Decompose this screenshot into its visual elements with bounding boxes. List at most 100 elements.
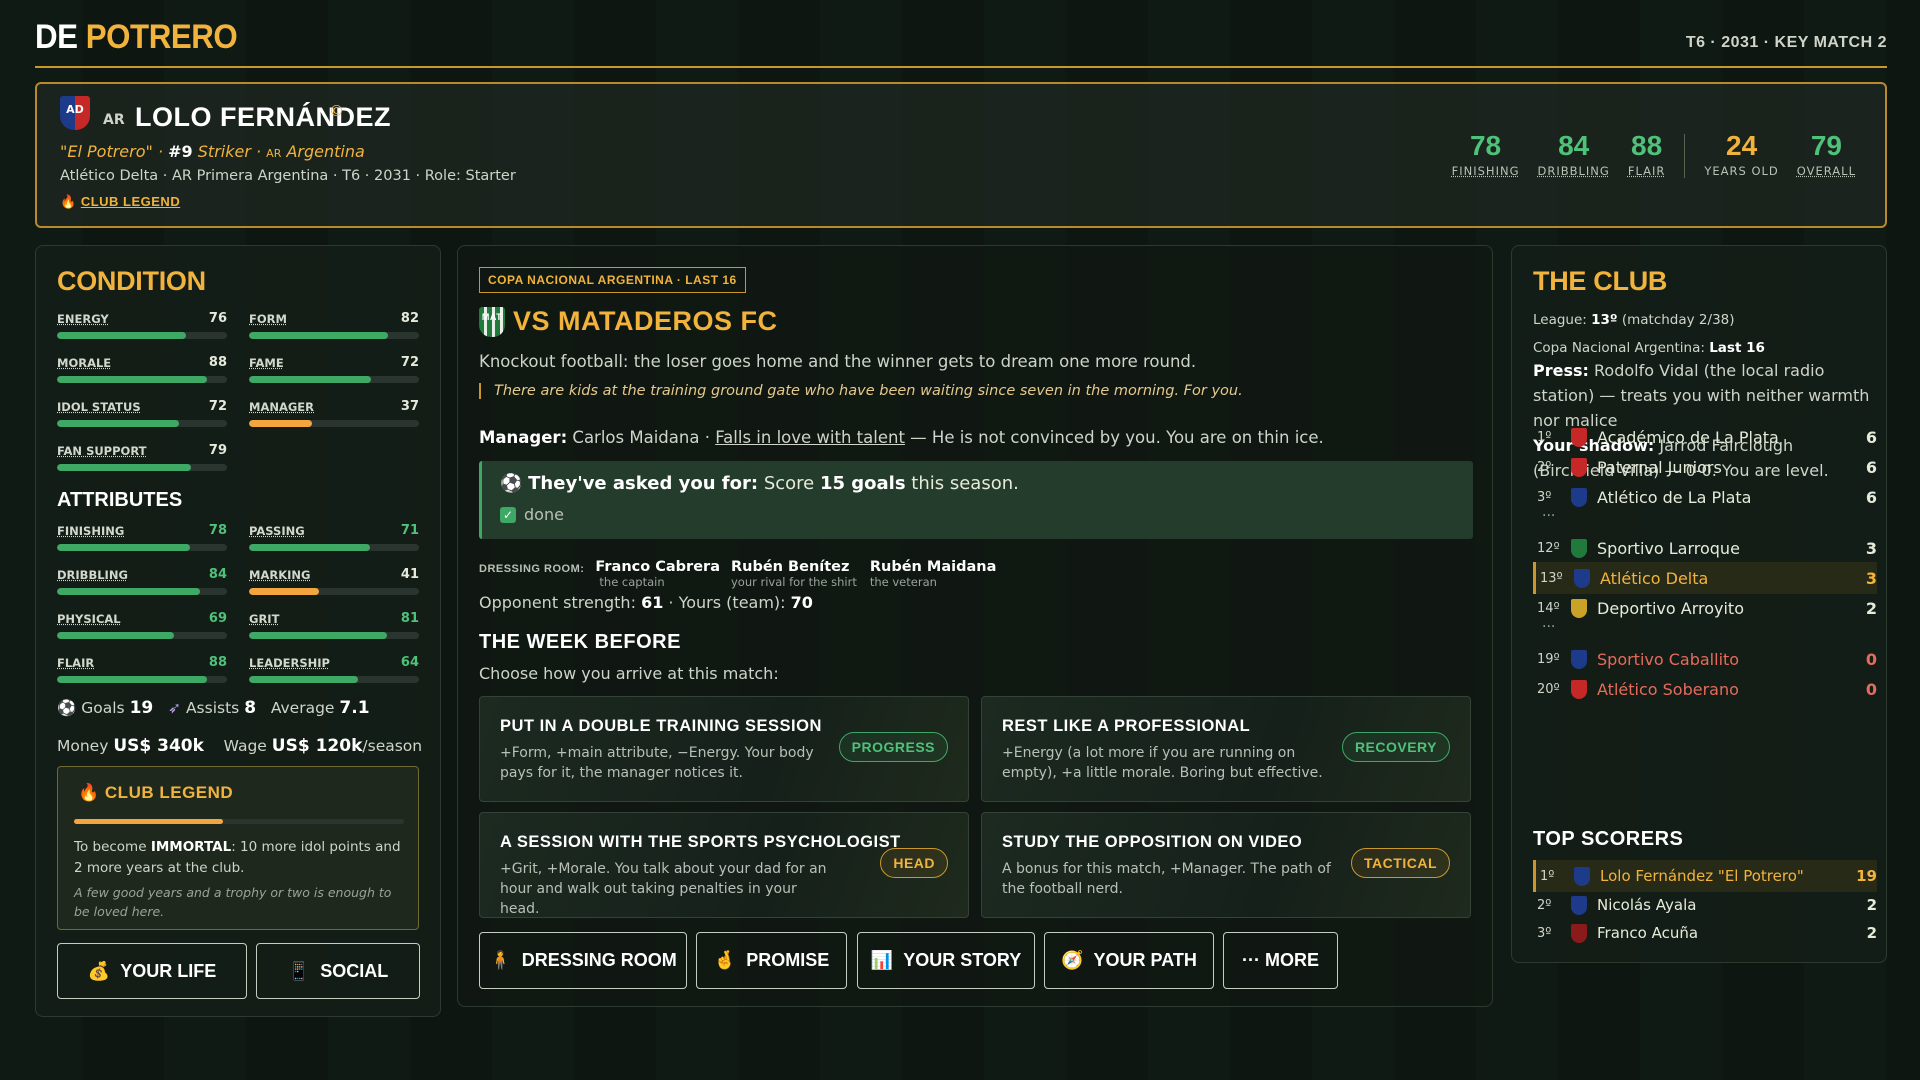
top-bar: DE POTRERO T6 · 2031 · KEY MATCH 2 bbox=[35, 18, 1887, 68]
flame-icon: 🔥 bbox=[78, 783, 100, 802]
team-name: Deportivo Arroyito bbox=[1597, 598, 1744, 618]
stat-bar-fill bbox=[249, 632, 387, 639]
table-row[interactable]: 13º Atlético Delta 3 bbox=[1533, 562, 1877, 594]
player-number: #9 bbox=[168, 142, 193, 161]
table-pos: 19º bbox=[1537, 651, 1560, 667]
stat-value: 88 bbox=[1631, 130, 1663, 161]
objective-status-text: done bbox=[524, 505, 564, 524]
stat-bar bbox=[57, 376, 227, 383]
club-crest-icon bbox=[1571, 649, 1597, 669]
stat-value: 81 bbox=[400, 611, 419, 626]
objective-pre: Score bbox=[763, 473, 820, 494]
option-tag: HEAD bbox=[880, 848, 948, 878]
stat-bar bbox=[249, 588, 419, 595]
player-name: Rubén Maidana bbox=[869, 559, 997, 575]
dressing-room-label: DRESSING ROOM: bbox=[479, 563, 585, 575]
team-name: Académico de La Plata bbox=[1597, 427, 1779, 447]
legend-progress-bar bbox=[74, 819, 404, 824]
social-button[interactable]: 📱 SOCIAL bbox=[256, 943, 420, 999]
assists-label: Assists bbox=[185, 699, 240, 717]
condition-grid: ENERGY 76 FORM 82 MORALE 88 FAME 72 IDOL STATUS 7… bbox=[57, 311, 419, 488]
player-card: AD AR LOLO FERNÁNDEZ © "El Potrero" · #9… bbox=[35, 82, 1887, 228]
table-row[interactable]: 19º Sportivo Caballito 0 bbox=[1533, 643, 1877, 675]
more-button[interactable]: ··· MORE bbox=[1223, 932, 1338, 989]
phone-icon: 📱 bbox=[287, 960, 311, 981]
stat-value: 72 bbox=[400, 355, 419, 370]
option-desc: +Form, +main attribute, −Energy. Your bo… bbox=[500, 745, 814, 781]
stat-label: FLAIR bbox=[1627, 164, 1666, 178]
player-name: Franco Cabrera bbox=[595, 559, 720, 575]
crest-shape bbox=[1571, 487, 1587, 507]
table-pos: 13º bbox=[1540, 570, 1563, 586]
money-bag-icon: 💰 bbox=[87, 960, 111, 981]
stat-passing: PASSING 71 bbox=[249, 523, 419, 568]
stat-label: FAME bbox=[249, 356, 284, 370]
dressing-player[interactable]: Rubén Benítez your rival for the shirt bbox=[731, 559, 857, 589]
table-row[interactable]: 1º Académico de La Plata 6 bbox=[1533, 421, 1877, 453]
table-row[interactable]: 12º Sportivo Larroque 3 bbox=[1533, 532, 1877, 564]
your-life-button[interactable]: 💰 YOUR LIFE bbox=[57, 943, 247, 999]
top-scorers-title: TOP SCORERS bbox=[1533, 828, 1684, 850]
option-video[interactable]: STUDY THE OPPOSITION ON VIDEO A bonus fo… bbox=[981, 812, 1471, 918]
manager-trait[interactable]: Falls in love with talent bbox=[715, 428, 905, 447]
match-panel: COPA NACIONAL ARGENTINA · LAST 16 MAT VS… bbox=[457, 245, 1493, 1007]
stat-flair: FLAIR 88 bbox=[57, 655, 227, 700]
goals-value: 19 bbox=[129, 698, 154, 718]
option-rest[interactable]: REST LIKE A PROFESSIONAL +Energy (a lot … bbox=[981, 696, 1471, 802]
option-double-training[interactable]: PUT IN A DOUBLE TRAINING SESSION +Form, … bbox=[479, 696, 969, 802]
dressing-room-button[interactable]: 🧍 DRESSING ROOM bbox=[479, 932, 687, 989]
stat-bar-fill bbox=[249, 420, 312, 427]
player-name: LOLO FERNÁNDEZ bbox=[135, 102, 391, 132]
table-row[interactable]: 2º Paternal Juniors 6 bbox=[1533, 451, 1877, 483]
scorer-name: Franco Acuña bbox=[1597, 924, 1699, 942]
scorer-row[interactable]: 1º Lolo Fernández "El Potrero" 19 bbox=[1533, 860, 1877, 892]
your-path-button[interactable]: 🧭 YOUR PATH bbox=[1044, 932, 1214, 989]
club-title: THE CLUB bbox=[1533, 266, 1668, 296]
club-legend-badge[interactable]: 🔥 CLUB LEGEND bbox=[60, 194, 180, 210]
stat-value: 41 bbox=[400, 567, 419, 582]
club-crest-icon bbox=[1571, 679, 1597, 699]
crest-shape bbox=[1571, 679, 1587, 699]
stat-flair: 88 FLAIR bbox=[1628, 130, 1666, 178]
scorer-pos: 3º bbox=[1537, 925, 1552, 941]
stat-value: 78 bbox=[1469, 130, 1502, 161]
chart-icon: 📊 bbox=[870, 950, 894, 970]
ball-icon: ⚽ bbox=[500, 473, 523, 494]
stat-grit: GRIT 81 bbox=[249, 611, 419, 656]
attributes-grid: FINISHING 78 PASSING 71 DRIBBLING 84 MARKING 41… bbox=[57, 523, 419, 700]
stat-overall: 79 OVERALL bbox=[1797, 130, 1856, 178]
stat-value: 71 bbox=[400, 523, 419, 538]
option-title: STUDY THE OPPOSITION ON VIDEO bbox=[1002, 833, 1303, 851]
stat-bar bbox=[249, 376, 419, 383]
promise-button[interactable]: 🤞 PROMISE bbox=[696, 932, 847, 989]
average-label: Average bbox=[270, 699, 335, 717]
button-label: ··· MORE bbox=[1242, 950, 1319, 970]
button-label: YOUR STORY bbox=[903, 950, 1022, 970]
dressing-player[interactable]: Franco Cabrera the captain bbox=[595, 559, 720, 589]
your-life-label: YOUR LIFE bbox=[120, 960, 217, 981]
scorer-row[interactable]: 3º Franco Acuña 2 bbox=[1533, 917, 1877, 949]
money-label: Money bbox=[57, 737, 109, 755]
option-psychologist[interactable]: A SESSION WITH THE SPORTS PSYCHOLOGIST +… bbox=[479, 812, 969, 918]
stat-label: PHYSICAL bbox=[57, 612, 121, 626]
opp-strength-value: 61 bbox=[641, 593, 664, 612]
table-row[interactable]: 20º Atlético Soberano 0 bbox=[1533, 673, 1877, 705]
stat-bar-fill bbox=[57, 544, 190, 551]
divider bbox=[1684, 134, 1686, 178]
option-tag: TACTICAL bbox=[1351, 848, 1450, 878]
table-row[interactable]: 14º Deportivo Arroyito 2 bbox=[1533, 592, 1877, 624]
option-desc: A bonus for this match, +Manager. The pa… bbox=[1002, 861, 1331, 897]
scorer-name: Lolo Fernández "El Potrero" bbox=[1600, 867, 1804, 885]
table-pos: 14º bbox=[1537, 600, 1560, 616]
stat-bar-fill bbox=[57, 376, 207, 383]
cup-round: Last 16 bbox=[1709, 340, 1765, 356]
table-row[interactable]: 3º Atlético de La Plata 6 bbox=[1533, 481, 1877, 513]
your-story-button[interactable]: 📊 YOUR STORY bbox=[857, 932, 1035, 989]
competition-badge: COPA NACIONAL ARGENTINA · LAST 16 bbox=[479, 267, 746, 293]
opponent-crest-icon: MAT bbox=[479, 306, 505, 337]
dressing-player[interactable]: Rubén Maidana the veteran bbox=[870, 559, 997, 589]
match-quote: There are kids at the training ground ga… bbox=[479, 383, 1243, 399]
table-pos: 3º bbox=[1537, 489, 1552, 505]
match-title: MAT VS MATADEROS FC bbox=[479, 306, 778, 337]
stat-label: DRIBBLING bbox=[57, 568, 128, 582]
